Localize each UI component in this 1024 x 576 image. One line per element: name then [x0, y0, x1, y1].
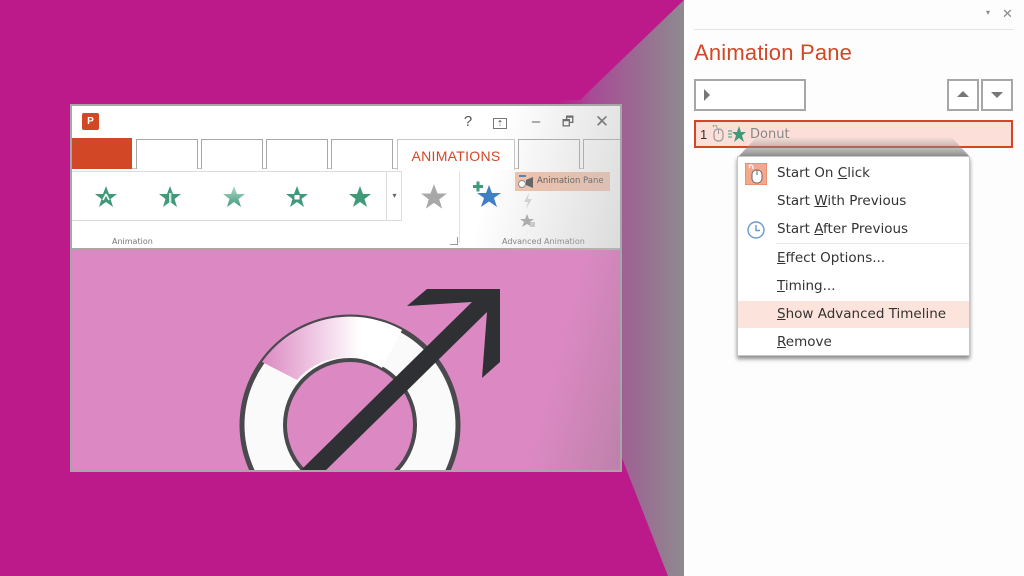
- pane-title: Animation Pane: [694, 40, 853, 65]
- mouse-icon: [712, 125, 724, 142]
- menu-accelerator: W: [814, 193, 828, 209]
- slide-canvas: [72, 250, 620, 472]
- pane-options-button[interactable]: ▾: [986, 8, 990, 17]
- menu-shadow: [738, 137, 970, 157]
- menu-item-remove[interactable]: Remove: [738, 329, 969, 356]
- group-divider: [459, 171, 460, 243]
- appear-star-icon[interactable]: [94, 185, 118, 209]
- menu-label: Start: [777, 221, 815, 237]
- effect-options-star-icon[interactable]: [420, 183, 448, 211]
- menu-item-start-with-previous[interactable]: Start With Previous: [738, 188, 969, 215]
- animation-painter-icon[interactable]: [520, 213, 536, 229]
- clock-icon: [747, 221, 765, 239]
- menu-separator: [776, 243, 969, 244]
- tab-blank-6[interactable]: [583, 139, 620, 169]
- fly-in-star-icon[interactable]: [222, 185, 246, 209]
- menu-label: ffect Options...: [785, 250, 886, 266]
- menu-label: ith Previous: [827, 193, 907, 209]
- green-star-icon: [728, 126, 746, 142]
- pane-close-button[interactable]: ✕: [1002, 6, 1013, 22]
- ribbon-display-options-button[interactable]: ⇡: [488, 112, 512, 132]
- menu-accelerator: A: [814, 221, 824, 237]
- help-button[interactable]: ?: [456, 112, 480, 132]
- animation-dialog-launcher[interactable]: [450, 237, 458, 245]
- context-menu: Start On Click Start With Previous Start…: [737, 156, 970, 356]
- play-icon: [704, 89, 710, 101]
- tab-blank-5[interactable]: [518, 139, 580, 169]
- animation-pane-icon: [518, 175, 533, 188]
- menu-item-start-on-click[interactable]: Start On Click: [738, 160, 969, 187]
- powerpoint-window: P ? ⇡ – 🗗 ✕ ANIMATIONS ▾ Animation Anima…: [70, 104, 622, 472]
- minimize-button[interactable]: –: [524, 112, 548, 132]
- menu-label: fter Previous: [823, 221, 909, 237]
- pane-header-divider: [694, 29, 1014, 30]
- title-bar: P ? ⇡ – 🗗 ✕: [72, 106, 620, 138]
- tab-blank-4[interactable]: [331, 139, 393, 169]
- item-number: 1: [700, 127, 708, 142]
- menu-accelerator: T: [777, 278, 785, 294]
- menu-item-show-advanced-timeline[interactable]: Show Advanced Timeline: [738, 301, 969, 328]
- powerpoint-logo-icon: P: [82, 113, 99, 130]
- tab-blank-3[interactable]: [266, 139, 328, 169]
- ribbon: ▾ Animation Animation Pane Advanced Anim…: [72, 169, 620, 250]
- menu-item-effect-options[interactable]: Effect Options...: [738, 245, 969, 272]
- split-star-icon[interactable]: [348, 185, 372, 209]
- animation-pane-label: Animation Pane: [537, 176, 604, 186]
- menu-label: iming...: [784, 278, 836, 294]
- animation-gallery: ▾: [72, 171, 402, 221]
- play-button[interactable]: [694, 79, 806, 111]
- menu-label: lick: [847, 165, 870, 181]
- triangle-down-icon: [991, 92, 1003, 98]
- menu-accelerator: C: [837, 165, 848, 181]
- fade-star-icon[interactable]: [158, 185, 182, 209]
- tab-blank-1[interactable]: [136, 139, 198, 169]
- donut-arrow-graphic: [239, 289, 500, 472]
- close-button[interactable]: ✕: [590, 112, 614, 132]
- ribbon-tabs: ANIMATIONS: [72, 138, 620, 170]
- add-animation-star-icon[interactable]: [470, 179, 504, 213]
- animation-pane-button[interactable]: Animation Pane: [515, 172, 610, 191]
- menu-accelerator: S: [777, 306, 786, 322]
- mouse-icon: [745, 163, 767, 185]
- advanced-animation-group-label: Advanced Animation: [502, 237, 585, 246]
- move-down-button[interactable]: [981, 79, 1013, 111]
- restore-button[interactable]: 🗗: [556, 112, 580, 132]
- tab-animations[interactable]: ANIMATIONS: [397, 139, 515, 170]
- ribbon-options-icon: ⇡: [493, 118, 507, 129]
- menu-item-start-after-previous[interactable]: Start After Previous: [738, 216, 969, 243]
- animation-group-label: Animation: [112, 237, 153, 246]
- menu-label: how Advanced Timeline: [785, 306, 947, 322]
- menu-label: emove: [785, 334, 832, 350]
- menu-label: Start: [777, 193, 815, 209]
- tab-blank-2[interactable]: [201, 139, 263, 169]
- float-in-star-icon[interactable]: [285, 185, 309, 209]
- menu-accelerator: R: [777, 334, 786, 350]
- triangle-up-icon: [957, 91, 969, 97]
- menu-item-timing[interactable]: Timing...: [738, 273, 969, 300]
- move-up-button[interactable]: [947, 79, 979, 111]
- trigger-lightning-icon[interactable]: [522, 193, 534, 209]
- gallery-more-button[interactable]: ▾: [386, 172, 402, 220]
- menu-accelerator: E: [777, 250, 786, 266]
- menu-label: Start On: [777, 165, 838, 181]
- tab-file[interactable]: [72, 138, 132, 169]
- donut-shape[interactable]: [239, 314, 461, 472]
